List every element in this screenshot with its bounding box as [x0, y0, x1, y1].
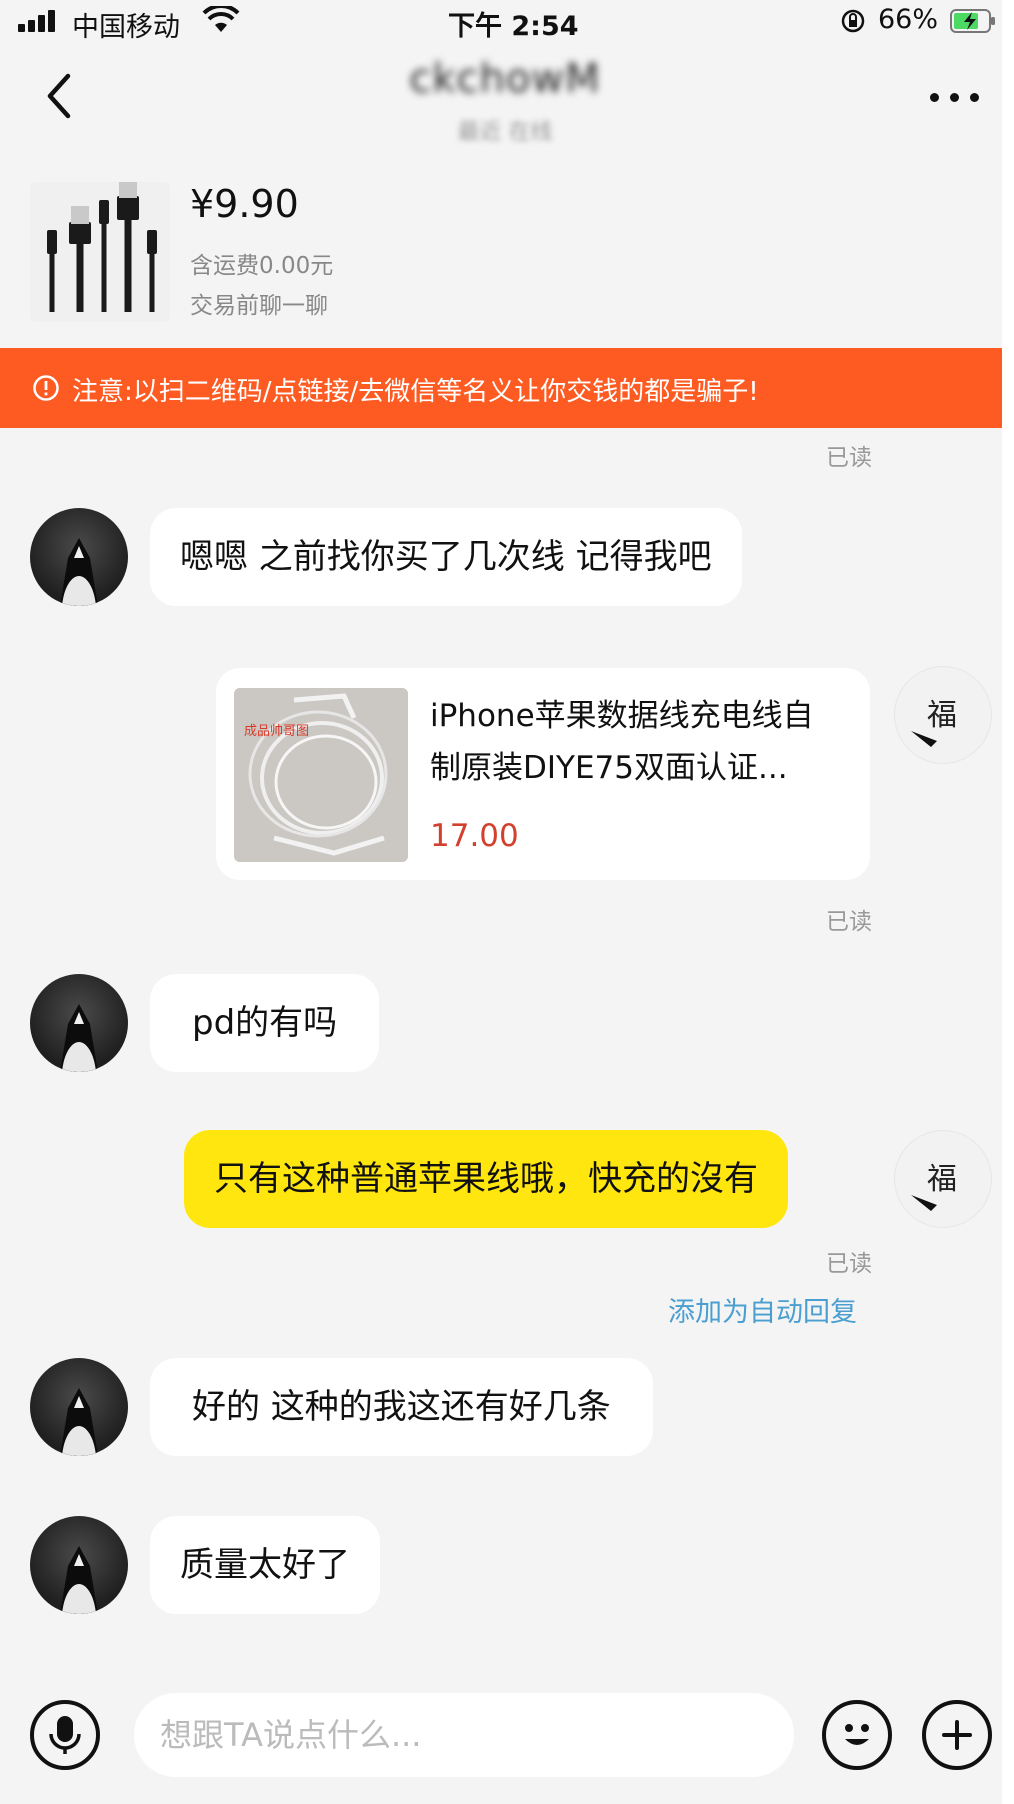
link-card-title: iPhone苹果数据线充电线自 制原装DIYE75双面认证... [430, 690, 850, 794]
input-bar [0, 1680, 1002, 1804]
voice-input-button[interactable] [30, 1700, 100, 1770]
product-card[interactable]: ¥9.90 含运费0.00元 交易前聊一聊 [0, 170, 1002, 346]
chat-note: 交易前聊一聊 [190, 293, 328, 319]
add-attachment-button[interactable] [922, 1700, 992, 1770]
seller-avatar-image: 福 [911, 698, 957, 747]
plus-icon [942, 1720, 972, 1750]
message-bubble-received[interactable]: 嗯嗯 之前找你买了几次线 记得我吧 [150, 508, 742, 606]
smiley-icon [845, 1724, 869, 1745]
clock: 下午 2:54 [448, 11, 579, 42]
message-bubble-received[interactable]: 好的 这种的我这还有好几条 [150, 1358, 653, 1456]
seller-avatar[interactable]: 福 [894, 666, 992, 764]
read-receipt: 已读 [826, 445, 872, 471]
battery-percent: 66% [878, 4, 939, 35]
message-bubble-received[interactable]: pd的有吗 [150, 974, 380, 1072]
message-bubble-sent[interactable]: 只有这种普通苹果线哦，快充的沒有 [184, 1130, 788, 1228]
buyer-avatar-image [60, 538, 98, 606]
microphone-icon [49, 1716, 81, 1754]
message-bubble-received[interactable]: 质量太好了 [150, 1516, 380, 1614]
status-bar: 中国移动 下午 2:54 66% [0, 0, 1002, 44]
message-input[interactable] [134, 1693, 794, 1777]
add-auto-reply-link[interactable]: 添加为自动回复 [668, 1290, 857, 1329]
seller-avatar[interactable]: 福 [894, 1130, 992, 1228]
svg-text:福: 福 [927, 1162, 957, 1197]
chat-screen: 中国移动 下午 2:54 66% ckchowM 最近 在线 ¥9.90 含运费… [0, 0, 1014, 1804]
svg-text:福: 福 [927, 698, 957, 733]
buyer-avatar-image [60, 1546, 98, 1614]
buyer-avatar[interactable] [30, 1358, 128, 1456]
read-receipt: 已读 [826, 1251, 872, 1277]
buyer-avatar[interactable] [30, 508, 128, 606]
alert-circle-icon [33, 375, 59, 401]
buyer-avatar[interactable] [30, 1516, 128, 1614]
more-options-icon[interactable] [926, 88, 986, 108]
contact-status: 最近 在线 [457, 120, 553, 145]
product-price: ¥9.90 [190, 182, 299, 226]
contact-name: ckchowM [409, 56, 601, 102]
shipping-fee: 含运费0.00元 [190, 253, 334, 279]
buyer-avatar-image [60, 1388, 98, 1456]
thumb-caption: 成品帅哥图 [244, 724, 310, 739]
link-card-title-line1: iPhone苹果数据线充电线自 [430, 698, 814, 734]
read-receipt: 已读 [826, 909, 872, 935]
chat-header: ckchowM 最近 在线 [0, 44, 1002, 170]
white-cables-image [234, 688, 408, 862]
product-thumbnail[interactable] [30, 182, 170, 322]
seller-avatar-image: 福 [911, 1162, 957, 1211]
buyer-avatar[interactable] [30, 974, 128, 1072]
carrier-label: 中国移动 [72, 12, 180, 43]
warning-text: 注意:以扫二维码/点链接/去微信等名义让你交钱的都是骗子! [72, 377, 759, 407]
fraud-warning-banner: 注意:以扫二维码/点链接/去微信等名义让你交钱的都是骗子! [0, 348, 1002, 428]
buyer-avatar-image [60, 1004, 98, 1072]
rotation-lock-icon [841, 9, 865, 33]
signal-icon [18, 10, 58, 32]
link-card-thumbnail: 成品帅哥图 [234, 688, 408, 862]
cable-image [47, 182, 157, 312]
link-card-price: 17.00 [430, 818, 519, 854]
wifi-icon [202, 6, 240, 32]
back-arrow-icon[interactable] [38, 70, 82, 122]
battery-charging-icon [950, 9, 995, 33]
emoji-button[interactable] [822, 1700, 892, 1770]
link-card-title-line2: 制原装DIYE75双面认证... [430, 750, 788, 786]
screen-edge [1002, 0, 1014, 1804]
product-link-card[interactable]: 成品帅哥图 iPhone苹果数据线充电线自 制原装DIYE75双面认证... 1… [216, 668, 870, 880]
